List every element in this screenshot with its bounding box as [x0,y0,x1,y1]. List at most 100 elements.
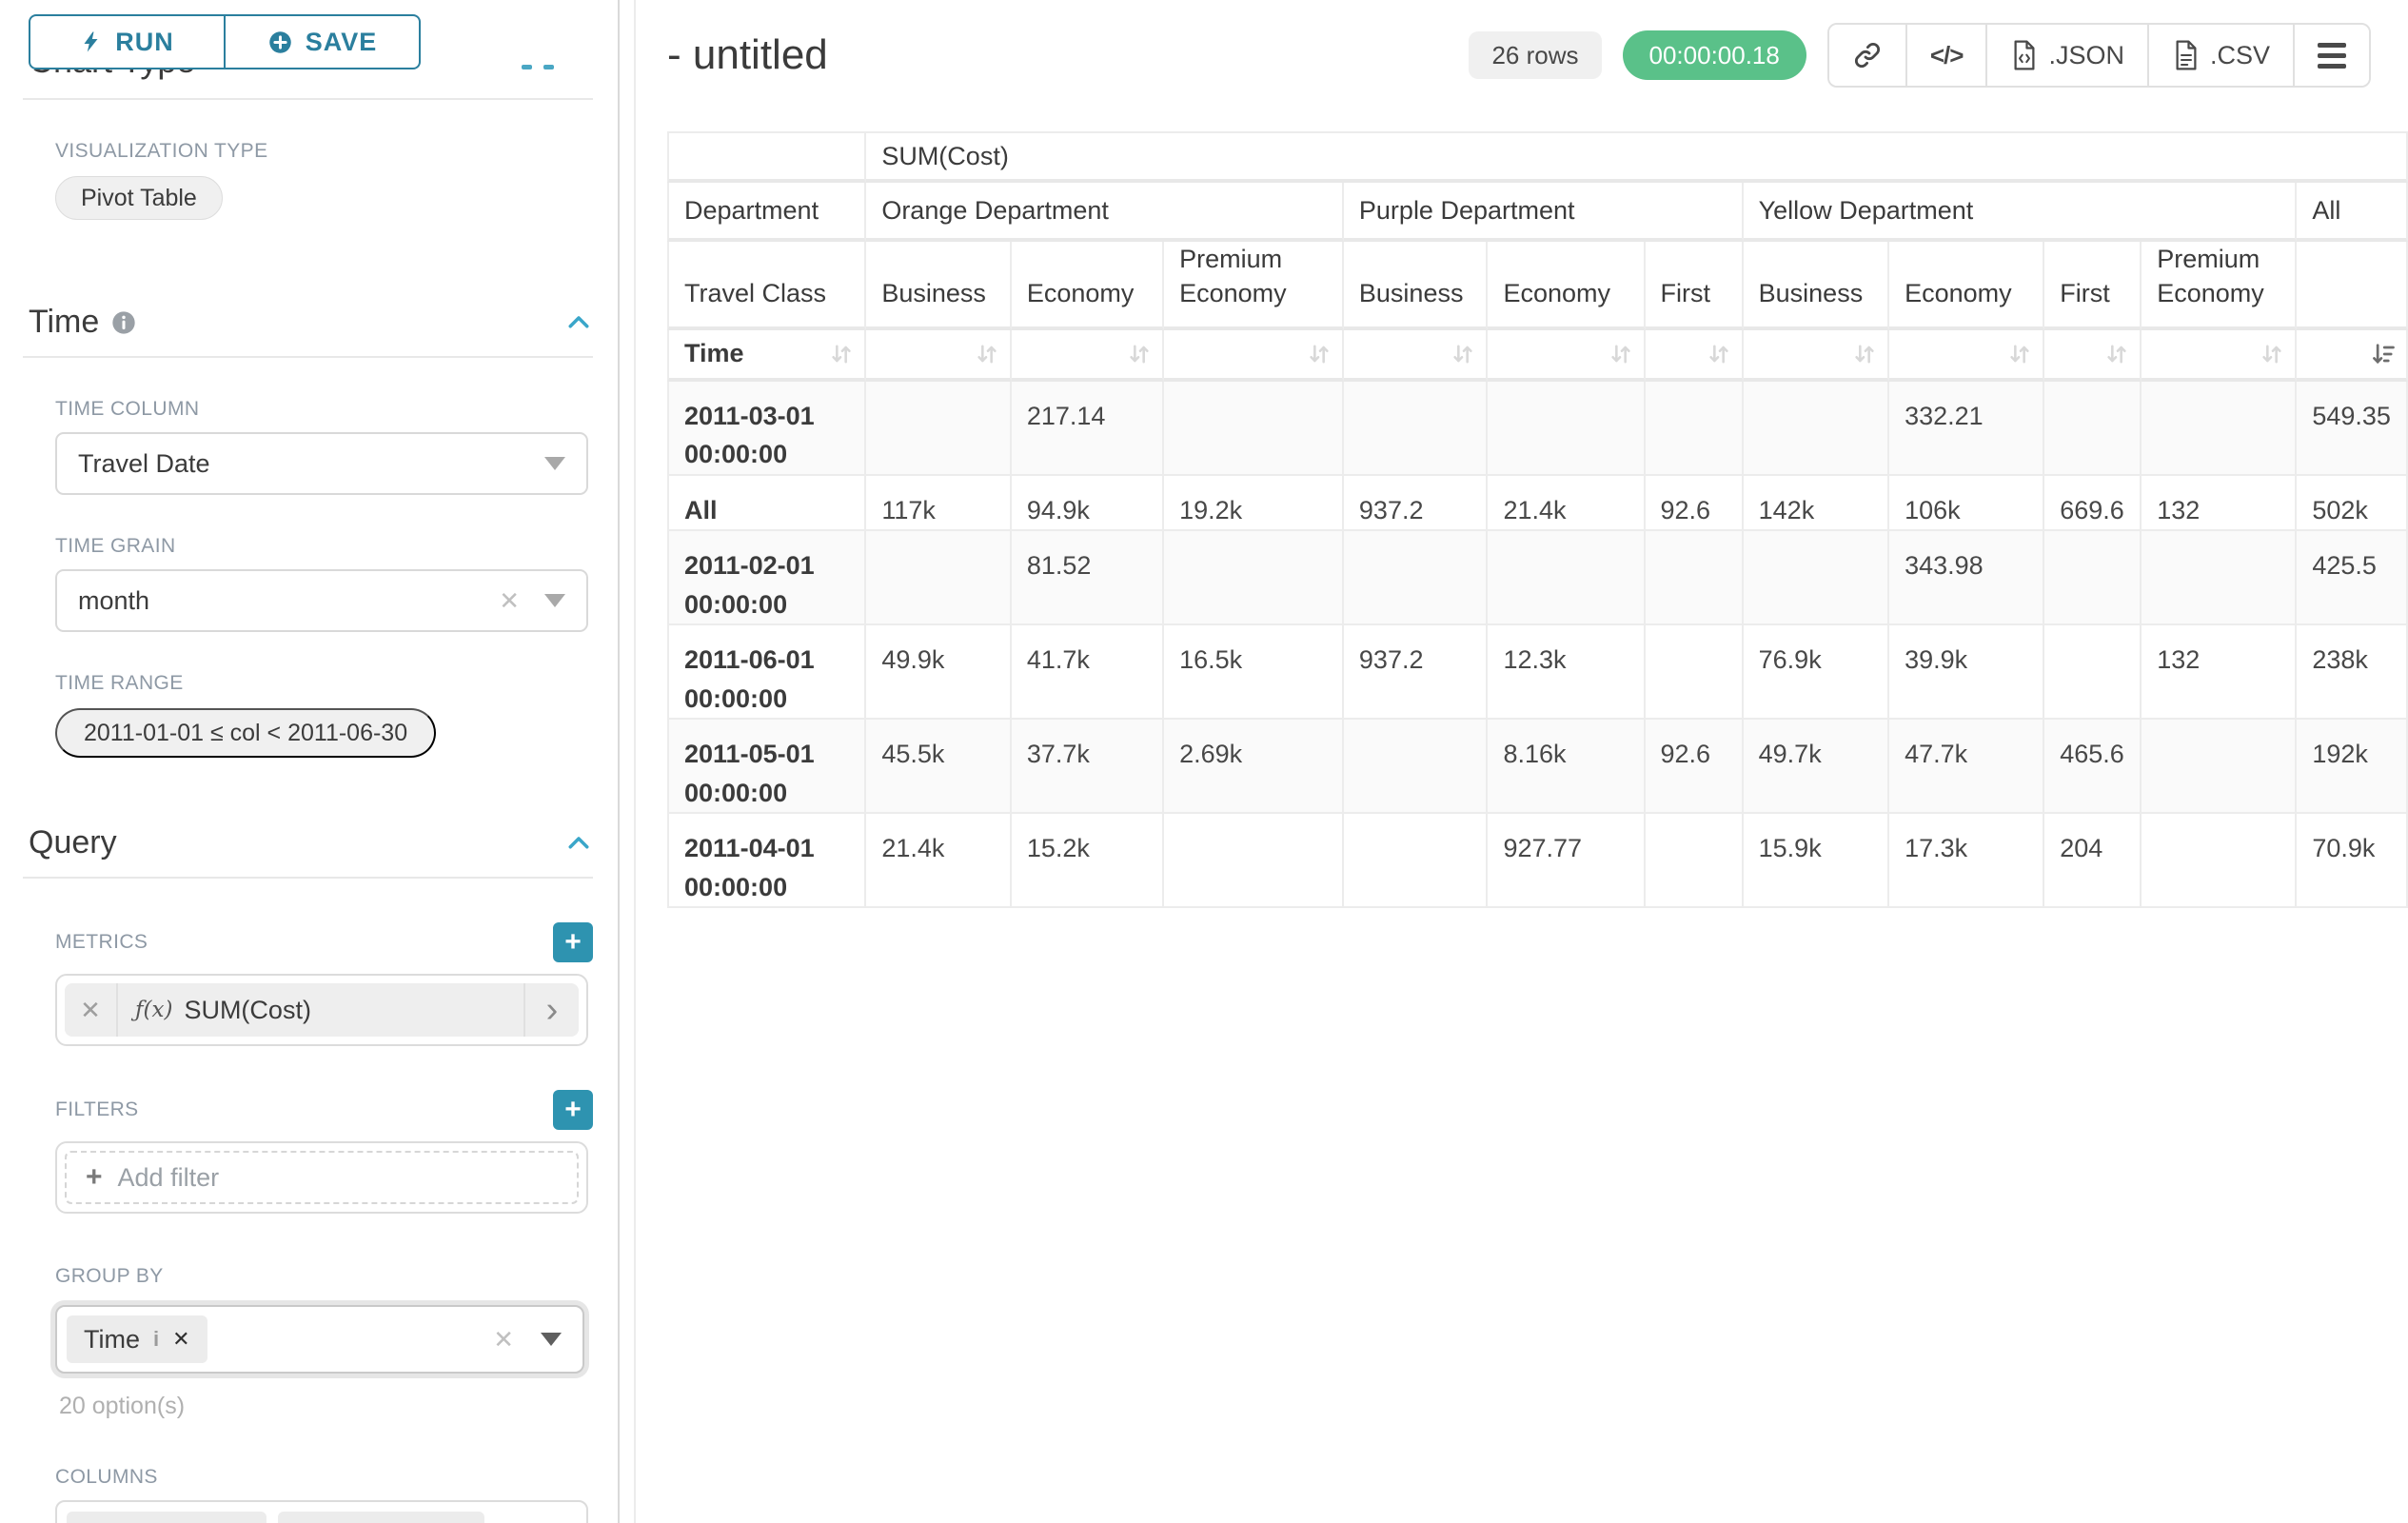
value-cell: 204 [2044,814,2142,908]
expand-metric-icon[interactable]: › [523,983,579,1037]
value-cell: 132 [2142,476,2297,532]
column-header: Business [1744,242,1889,330]
value-cell [1646,625,1744,720]
column-sort-header[interactable] [1344,330,1489,382]
copy-link-button[interactable] [1829,25,1907,86]
time-label: Time [684,339,744,367]
save-label: SAVE [306,28,378,57]
time-column-select[interactable]: Travel Date [55,432,588,495]
add-filter-placeholder: Add filter [118,1163,220,1193]
add-metric-button[interactable]: + [553,922,593,962]
column-sort-header[interactable] [1012,330,1164,382]
columns-pill-travel-class[interactable]: Travel Class ✕ [278,1512,484,1523]
value-cell: 2.69k [1164,720,1344,814]
chart-panel: - untitled 26 rows 00:00:00.18 </> .JSON [636,0,2408,1523]
column-sort-header[interactable] [1164,330,1344,382]
query-section-title: Query [29,824,117,861]
column-sort-header[interactable] [2142,330,2297,382]
time-range-pill[interactable]: 2011-01-01 ≤ col < 2011-06-30 [55,708,436,758]
value-cell [1164,814,1344,908]
value-cell: 106k [1889,476,2044,532]
column-sort-header[interactable] [1889,330,2044,382]
column-sort-header[interactable] [1646,330,1744,382]
sort-icon[interactable] [1706,341,1732,367]
sort-icon[interactable] [2006,341,2033,367]
sort-icon[interactable] [974,341,1000,367]
sort-icon[interactable] [1851,341,1878,367]
column-sort-header[interactable] [1488,330,1645,382]
value-cell: 92.6 [1646,476,1744,532]
value-cell: 92.6 [1646,720,1744,814]
column-header: Economy [1488,242,1645,330]
save-button[interactable]: SAVE [226,14,421,69]
group-by-select[interactable]: Time i ✕ ✕ [55,1305,584,1374]
row-label-cell: 2011-03-01 00:00:00 [667,382,866,476]
clear-icon[interactable]: ✕ [493,1327,514,1352]
group-by-pill-time[interactable]: Time i ✕ [67,1315,207,1363]
metric-header-cell: SUM(Cost) [866,131,2408,183]
chart-header: - untitled 26 rows 00:00:00.18 </> .JSON [667,23,2408,88]
column-sort-header[interactable] [1744,330,1889,382]
metric-label[interactable]: ƒ(x) SUM(Cost) [118,996,523,1025]
value-cell: 37.7k [1012,720,1164,814]
column-group-header: Orange Department [866,183,1344,242]
table-row: 2011-03-01 00:00:00217.14332.21549.35 [667,382,2408,476]
metric-name: SUM(Cost) [184,996,311,1025]
filters-control: + Add filter [55,1141,588,1214]
value-cell: 192k [2297,720,2408,814]
visualization-type-label: VISUALIZATION TYPE [55,140,618,163]
columns-pill-department[interactable]: Department ✕ [67,1512,266,1523]
sort-icon[interactable] [1306,341,1332,367]
value-cell: 142k [1744,476,1889,532]
add-filter-plus-button[interactable]: + [553,1090,593,1130]
value-cell: 16.5k [1164,625,1344,720]
sort-desc-icon[interactable] [2370,341,2397,367]
columns-select[interactable]: Department ✕ Travel Class ✕ ✕ [55,1500,588,1523]
column-sort-header[interactable] [866,330,1012,382]
time-column-value: Travel Date [78,449,210,479]
time-grain-select[interactable]: month ✕ [55,569,588,632]
sort-icon[interactable] [1126,341,1153,367]
export-json-label: .JSON [2048,41,2124,70]
caret-down-icon[interactable] [544,457,565,470]
export-csv-button[interactable]: .CSV [2149,25,2295,86]
row-label-cell: 2011-02-01 00:00:00 [667,531,866,625]
sort-icon[interactable] [2259,341,2285,367]
chart-title: - untitled [667,31,828,79]
column-header [2297,242,2408,330]
caret-down-icon[interactable] [544,594,565,607]
embed-code-button[interactable]: </> [1907,25,1988,86]
chevron-up-icon[interactable] [564,308,593,337]
sort-icon[interactable] [2103,341,2130,367]
viz-type-pill[interactable]: Pivot Table [55,176,223,220]
column-sort-header[interactable] [2297,330,2408,382]
table-row: 2011-02-01 00:00:0081.52343.98425.5 [667,531,2408,625]
menu-button[interactable] [2295,25,2369,86]
clear-icon[interactable]: ✕ [499,588,520,613]
value-cell: 502k [2297,476,2408,532]
time-sort-header[interactable]: Time [667,330,866,382]
row-label-cell: All [667,476,866,532]
remove-metric-icon[interactable]: ✕ [65,983,118,1037]
value-cell [1744,382,1889,476]
row-count-badge: 26 rows [1469,31,1601,79]
sort-icon[interactable] [1608,341,1634,367]
column-sort-header[interactable] [2044,330,2142,382]
caret-down-icon[interactable] [541,1333,562,1346]
value-cell: 15.9k [1744,814,1889,908]
remove-icon[interactable]: ✕ [172,1327,189,1352]
export-csv-label: .CSV [2210,41,2270,70]
column-header: Business [1344,242,1489,330]
sort-icon[interactable] [1450,341,1476,367]
code-icon: </> [1930,41,1964,70]
chevron-up-icon[interactable] [564,829,593,858]
add-filter-button[interactable]: + Add filter [65,1151,579,1204]
metric-pill[interactable]: ✕ ƒ(x) SUM(Cost) › [65,983,579,1037]
sort-icon[interactable] [828,341,855,367]
table-row: 2011-04-01 00:00:0021.4k15.2k927.7715.9k… [667,814,2408,908]
value-cell [2142,720,2297,814]
value-cell: 343.98 [1889,531,2044,625]
run-button[interactable]: RUN [29,14,226,69]
control-panel: RUN SAVE Chart Type VISUALIZATION TYPE P… [0,0,620,1523]
export-json-button[interactable]: .JSON [1987,25,2149,86]
